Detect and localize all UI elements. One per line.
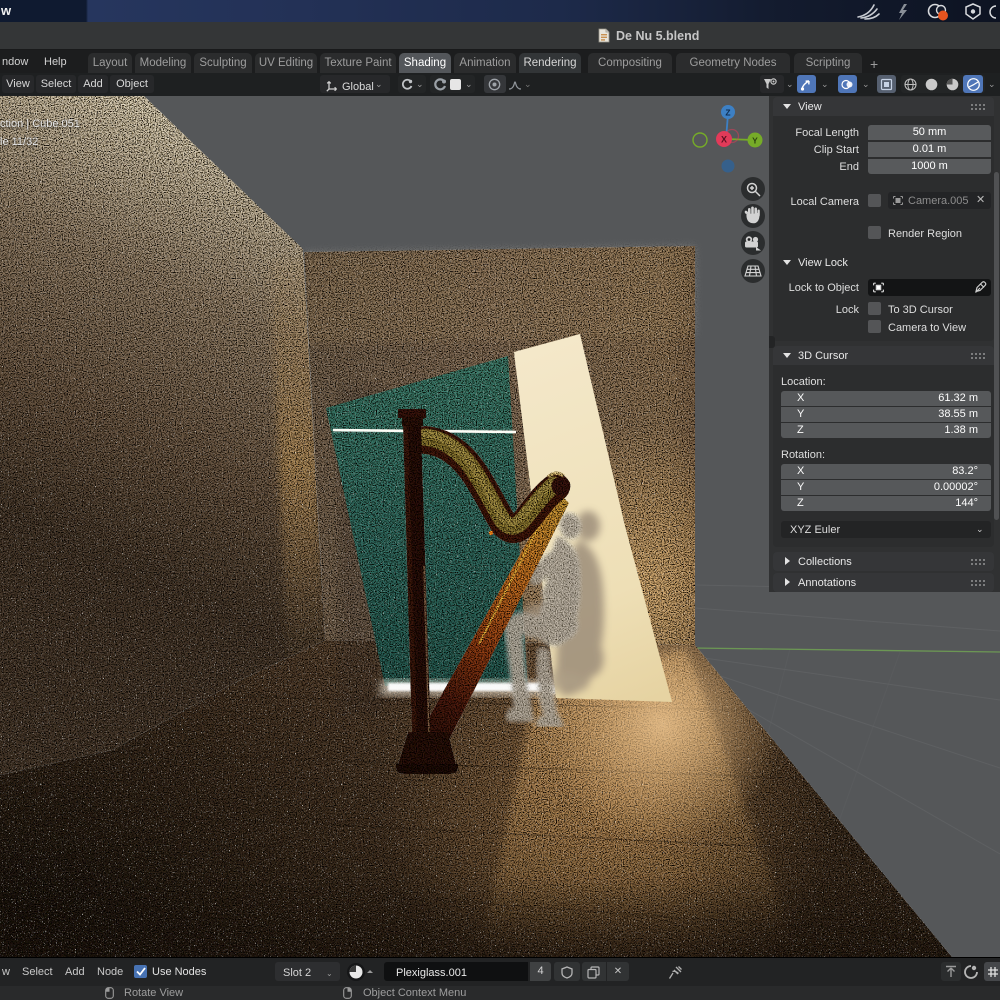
svg-text:Y: Y (752, 136, 758, 146)
svg-text:Z: Z (725, 108, 730, 118)
svg-text:X: X (721, 135, 727, 145)
